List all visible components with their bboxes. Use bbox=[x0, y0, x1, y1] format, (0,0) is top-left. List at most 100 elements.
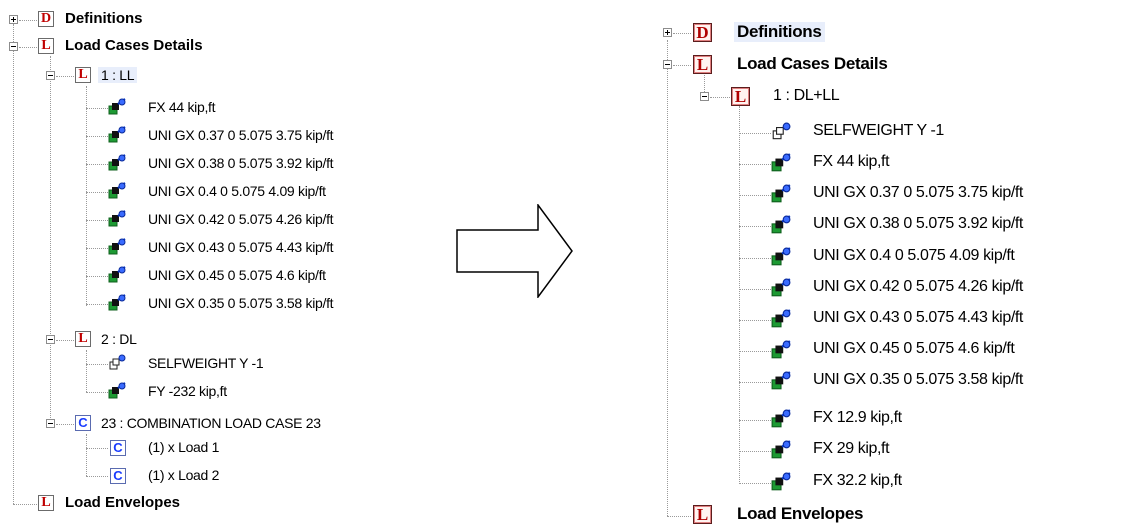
load-item[interactable]: UNI GX 0.37 0 5.075 3.75 kip/ft bbox=[148, 127, 334, 143]
force-load-icon bbox=[771, 440, 791, 459]
collapse-case1-button[interactable] bbox=[700, 92, 709, 101]
force-load-icon bbox=[771, 278, 791, 297]
load-cases-details-node[interactable]: Load Cases Details bbox=[737, 54, 888, 74]
load-item[interactable]: UNI GX 0.42 0 5.075 4.26 kip/ft bbox=[813, 278, 1023, 296]
load-case-icon: L bbox=[731, 87, 750, 106]
collapse-load-cases-details-button[interactable] bbox=[9, 42, 18, 51]
load-item[interactable]: FX 29 kip,ft bbox=[813, 440, 890, 458]
tree-line bbox=[86, 248, 108, 249]
load-envelopes-icon: L bbox=[693, 505, 712, 524]
tree-line bbox=[86, 276, 108, 277]
tree-line bbox=[673, 33, 691, 34]
force-load-icon bbox=[771, 247, 791, 266]
tree-line bbox=[13, 504, 37, 505]
load-case-icon: L bbox=[75, 67, 91, 83]
load-cases-icon: L bbox=[693, 55, 712, 74]
force-load-icon bbox=[771, 340, 791, 359]
load-item[interactable]: UNI GX 0.4 0 5.075 4.09 kip/ft bbox=[148, 183, 326, 199]
tree-line bbox=[86, 364, 108, 365]
tree-line bbox=[739, 351, 771, 352]
tree-line bbox=[667, 516, 691, 517]
expand-definitions-button[interactable] bbox=[9, 15, 18, 24]
left-tree: D Definitions L Load Cases Details L 1 :… bbox=[0, 0, 440, 529]
tree-line bbox=[86, 476, 108, 477]
load-item[interactable]: FY -232 kip,ft bbox=[148, 383, 227, 399]
combination-item[interactable]: (1) x Load 2 bbox=[148, 467, 219, 483]
tree-line bbox=[86, 448, 108, 449]
tree-line bbox=[739, 133, 771, 134]
tree-line bbox=[86, 304, 108, 305]
collapse-case23-button[interactable] bbox=[46, 419, 55, 428]
force-load-icon bbox=[771, 409, 791, 428]
tree-line bbox=[50, 56, 51, 426]
tree-line bbox=[86, 108, 108, 109]
load-cases-details-node[interactable]: Load Cases Details bbox=[65, 37, 203, 54]
load-item[interactable]: SELFWEIGHT Y -1 bbox=[813, 122, 944, 140]
force-load-icon bbox=[108, 266, 126, 283]
tree-line bbox=[739, 483, 771, 484]
tree-line bbox=[667, 40, 668, 516]
load-item[interactable]: UNI GX 0.37 0 5.075 3.75 kip/ft bbox=[813, 184, 1023, 202]
tree-line bbox=[739, 420, 771, 421]
case23-node[interactable]: 23 : COMBINATION LOAD CASE 23 bbox=[101, 415, 321, 431]
tree-line bbox=[19, 20, 37, 21]
tree-line bbox=[739, 106, 740, 484]
tree-line bbox=[739, 451, 771, 452]
case2-node[interactable]: 2 : DL bbox=[101, 331, 137, 347]
load-item[interactable]: UNI GX 0.38 0 5.075 3.92 kip/ft bbox=[148, 155, 334, 171]
collapse-case2-button[interactable] bbox=[46, 335, 55, 344]
load-item[interactable]: FX 32.2 kip,ft bbox=[813, 472, 902, 490]
load-item[interactable]: UNI GX 0.35 0 5.075 3.58 kip/ft bbox=[148, 295, 334, 311]
force-load-icon bbox=[771, 309, 791, 328]
load-item[interactable]: FX 12.9 kip,ft bbox=[813, 409, 902, 427]
load-item[interactable]: UNI GX 0.38 0 5.075 3.92 kip/ft bbox=[813, 215, 1023, 233]
force-load-icon bbox=[108, 98, 126, 115]
load-item[interactable]: UNI GX 0.43 0 5.075 4.43 kip/ft bbox=[813, 309, 1023, 327]
tree-line bbox=[739, 164, 771, 165]
load-item[interactable]: UNI GX 0.45 0 5.075 4.6 kip/ft bbox=[148, 267, 326, 283]
tree-line bbox=[739, 289, 771, 290]
definitions-icon: D bbox=[38, 11, 54, 27]
tree-line bbox=[710, 97, 730, 98]
selfweight-load-icon bbox=[109, 354, 126, 370]
load-item[interactable]: UNI GX 0.4 0 5.075 4.09 kip/ft bbox=[813, 247, 1015, 265]
force-load-icon bbox=[771, 472, 791, 491]
tree-line bbox=[19, 47, 37, 48]
tree-line bbox=[673, 65, 691, 66]
definitions-icon: D bbox=[693, 23, 712, 42]
definitions-node[interactable]: Definitions bbox=[734, 22, 825, 42]
tree-line bbox=[86, 350, 87, 392]
force-load-icon bbox=[108, 210, 126, 227]
case1-node[interactable]: 1 : DL+LL bbox=[773, 87, 840, 105]
tree-line bbox=[86, 164, 108, 165]
tree-line bbox=[86, 434, 87, 476]
case1-node[interactable]: 1 : LL bbox=[98, 67, 138, 83]
force-load-icon bbox=[108, 154, 126, 171]
tree-line bbox=[739, 320, 771, 321]
load-envelopes-icon: L bbox=[38, 495, 54, 511]
tree-line bbox=[739, 258, 771, 259]
expand-definitions-button[interactable] bbox=[663, 28, 672, 37]
load-item[interactable]: FX 44 kip,ft bbox=[813, 153, 890, 171]
load-item[interactable]: SELFWEIGHT Y -1 bbox=[148, 355, 264, 371]
load-item[interactable]: UNI GX 0.42 0 5.075 4.26 kip/ft bbox=[148, 211, 334, 227]
load-cases-icon: L bbox=[38, 38, 54, 54]
force-load-icon bbox=[771, 371, 791, 390]
definitions-node[interactable]: Definitions bbox=[65, 10, 143, 27]
tree-line bbox=[86, 220, 108, 221]
load-item[interactable]: FX 44 kip,ft bbox=[148, 99, 216, 115]
load-item[interactable]: UNI GX 0.35 0 5.075 3.58 kip/ft bbox=[813, 371, 1023, 389]
load-envelopes-node[interactable]: Load Envelopes bbox=[65, 494, 180, 511]
selfweight-load-icon bbox=[772, 122, 791, 140]
collapse-case1-button[interactable] bbox=[46, 71, 55, 80]
force-load-icon bbox=[771, 153, 791, 172]
load-item[interactable]: UNI GX 0.43 0 5.075 4.43 kip/ft bbox=[148, 239, 334, 255]
tree-line bbox=[86, 392, 108, 393]
collapse-load-cases-details-button[interactable] bbox=[663, 60, 672, 69]
force-load-icon bbox=[108, 382, 126, 399]
load-item[interactable]: UNI GX 0.45 0 5.075 4.6 kip/ft bbox=[813, 340, 1015, 358]
force-load-icon bbox=[771, 215, 791, 234]
load-envelopes-node[interactable]: Load Envelopes bbox=[737, 504, 863, 524]
combination-item[interactable]: (1) x Load 1 bbox=[148, 439, 219, 455]
tree-line bbox=[739, 382, 771, 383]
